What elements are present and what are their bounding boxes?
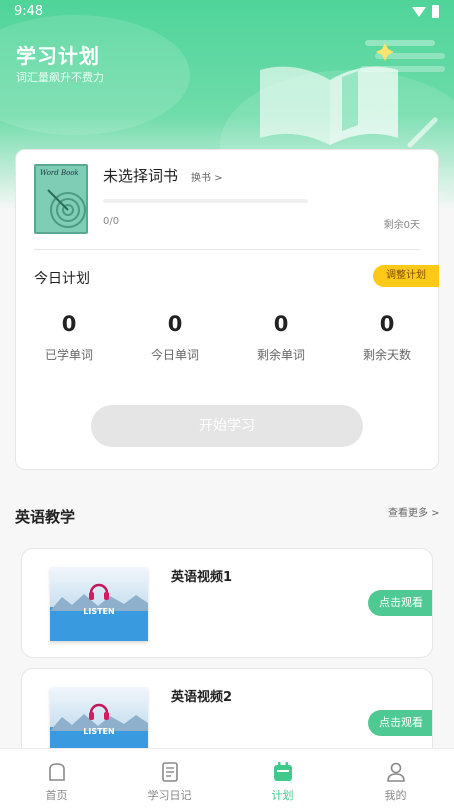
today-plan-title: 今日计划 (34, 271, 90, 287)
status-time: 9:48 (14, 4, 44, 19)
plan-stats: 0 已学单词 0 今日单词 0 剩余单词 0 剩余天数 (16, 312, 440, 372)
stat-today-words: 0 今日单词 (122, 312, 228, 363)
book-cover[interactable]: Word Book (34, 164, 88, 234)
watch-button[interactable]: 点击观看 (368, 590, 432, 616)
video-title: 英语视频2 (171, 690, 233, 705)
wifi-icon (412, 7, 426, 17)
tab-label: 学习日记 (147, 789, 192, 802)
stat-value: 0 (167, 312, 183, 336)
stat-value: 0 (273, 312, 289, 336)
stat-value: 0 (61, 312, 77, 336)
thumbnail-text: LISTEN (83, 727, 115, 736)
remaining-days: 剩余0天 (383, 220, 420, 231)
tab-label: 首页 (45, 789, 68, 802)
tab-mine[interactable]: 我的 (339, 749, 452, 808)
section-title: 英语教学 (15, 508, 76, 526)
start-learning-button[interactable]: 开始学习 (91, 405, 363, 447)
status-bar: 9:48 (0, 0, 454, 24)
change-book-link[interactable]: 换书 > (191, 169, 223, 184)
watch-button[interactable]: 点击观看 (368, 710, 432, 736)
page-subtitle: 词汇量飙升不费力 (16, 71, 104, 84)
tab-label: 我的 (384, 789, 407, 802)
calendar-icon (273, 762, 292, 781)
stat-label: 剩余单词 (256, 348, 305, 362)
video-card[interactable]: LISTEN 英语视频1 点击观看 (21, 548, 433, 658)
tab-plan[interactable]: 计划 (226, 749, 339, 808)
video-thumbnail[interactable]: LISTEN (50, 567, 148, 641)
person-icon (386, 762, 405, 782)
notebook-icon (161, 762, 178, 782)
tab-study-diary[interactable]: 学习日记 (113, 749, 226, 808)
home-icon (48, 763, 65, 781)
book-name: 未选择词书 (103, 167, 179, 185)
adjust-plan-button[interactable]: 调整计划 (373, 265, 439, 287)
headphones-icon (89, 583, 109, 600)
divider (34, 249, 420, 250)
stat-remaining-words: 0 剩余单词 (228, 312, 334, 363)
book-illustration-icon (260, 40, 445, 148)
book-cover-text: Word Book (40, 169, 79, 177)
tab-home[interactable]: 首页 (0, 749, 113, 808)
video-title: 英语视频1 (171, 570, 233, 585)
stat-label: 已学单词 (44, 348, 93, 362)
view-more-link[interactable]: 查看更多 > (388, 504, 440, 519)
stat-label: 今日单词 (150, 348, 199, 362)
battery-icon (432, 5, 439, 18)
stat-learned-words: 0 已学单词 (16, 312, 122, 363)
stat-remaining-days: 0 剩余天数 (334, 312, 440, 363)
page-title: 学习计划 (16, 44, 100, 68)
thumbnail-text: LISTEN (83, 607, 115, 616)
tab-label: 计划 (271, 789, 294, 802)
book-progress-bar (103, 199, 308, 203)
stat-label: 剩余天数 (362, 348, 411, 362)
stat-value: 0 (379, 312, 395, 336)
headphones-icon (89, 703, 109, 720)
book-progress-text: 0/0 (103, 216, 120, 227)
bottom-tab-bar: 首页 学习日记 计划 我的 (0, 748, 454, 808)
plan-card: Word Book 未选择词书 换书 > 0/0 剩余0天 今日计划 调整计划 … (15, 149, 439, 470)
